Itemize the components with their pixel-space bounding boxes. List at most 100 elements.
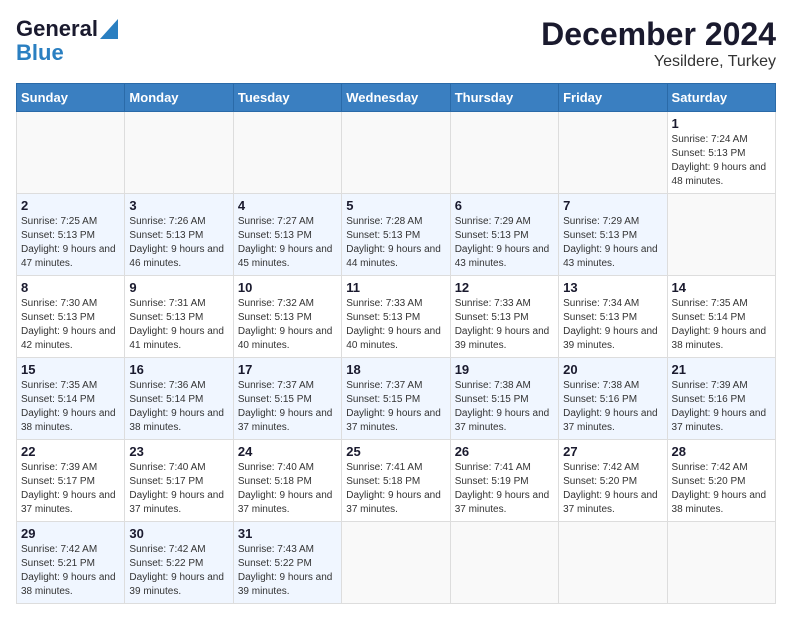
day-number: 1 [672, 116, 771, 131]
empty-cell [559, 522, 667, 604]
logo-general: General [16, 16, 98, 42]
calendar-week-row: 2Sunrise: 7:25 AMSunset: 5:13 PMDaylight… [17, 194, 776, 276]
calendar-day: 22 Sunrise: 7:39 AMSunset: 5:17 PMDayligh… [17, 440, 125, 522]
day-info: Sunrise: 7:41 AMSunset: 5:19 PMDaylight:… [455, 461, 554, 517]
day-info: Sunrise: 7:33 AMSunset: 5:13 PMDaylight:… [455, 297, 554, 353]
calendar-day: 29Sunrise: 7:42 AMSunset: 5:21 PMDayligh… [17, 522, 125, 604]
calendar-week-row: 22 Sunrise: 7:39 AMSunset: 5:17 PMDayligh… [17, 440, 776, 522]
day-info: Sunrise: 7:39 AMSunset: 5:17 PMDaylight:… [21, 461, 120, 517]
calendar-day: 24Sunrise: 7:40 AMSunset: 5:18 PMDayligh… [233, 440, 341, 522]
day-number: 24 [238, 444, 337, 459]
day-info: Sunrise: 7:43 AMSunset: 5:22 PMDaylight:… [238, 543, 337, 599]
day-number: 7 [563, 198, 662, 213]
calendar-day: 13 Sunrise: 7:34 AMSunset: 5:13 PMDayligh… [559, 276, 667, 358]
calendar-day: 23Sunrise: 7:40 AMSunset: 5:17 PMDayligh… [125, 440, 233, 522]
weekday-header-row: SundayMondayTuesdayWednesdayThursdayFrid… [17, 84, 776, 112]
day-info: Sunrise: 7:42 AMSunset: 5:21 PMDaylight:… [21, 543, 120, 599]
calendar-day: 27 Sunrise: 7:42 AMSunset: 5:20 PMDayligh… [559, 440, 667, 522]
calendar-day: 17 Sunrise: 7:37 AMSunset: 5:15 PMDayligh… [233, 358, 341, 440]
empty-cell [667, 522, 775, 604]
calendar-week-row: 1 Sunrise: 7:24 AMSunset: 5:13 PMDaylight… [17, 112, 776, 194]
weekday-header-friday: Friday [559, 84, 667, 112]
day-number: 17 [238, 362, 337, 377]
day-number: 2 [21, 198, 120, 213]
day-info: Sunrise: 7:35 AMSunset: 5:14 PMDaylight:… [672, 297, 771, 353]
day-info: Sunrise: 7:37 AMSunset: 5:15 PMDaylight:… [346, 379, 445, 435]
day-info: Sunrise: 7:30 AMSunset: 5:13 PMDaylight:… [21, 297, 120, 353]
day-number: 22 [21, 444, 120, 459]
day-number: 20 [563, 362, 662, 377]
day-number: 4 [238, 198, 337, 213]
calendar-day: 12Sunrise: 7:33 AMSunset: 5:13 PMDayligh… [450, 276, 558, 358]
day-number: 14 [672, 280, 771, 295]
day-number: 18 [346, 362, 445, 377]
day-info: Sunrise: 7:26 AMSunset: 5:13 PMDaylight:… [129, 215, 228, 271]
empty-cell [450, 522, 558, 604]
weekday-header-monday: Monday [125, 84, 233, 112]
day-info: Sunrise: 7:41 AMSunset: 5:18 PMDaylight:… [346, 461, 445, 517]
calendar-day: 18 Sunrise: 7:37 AMSunset: 5:15 PMDayligh… [342, 358, 450, 440]
empty-cell [233, 112, 341, 194]
calendar-day: 5 Sunrise: 7:28 AMSunset: 5:13 PMDaylight… [342, 194, 450, 276]
day-number: 13 [563, 280, 662, 295]
weekday-header-saturday: Saturday [667, 84, 775, 112]
day-info: Sunrise: 7:42 AMSunset: 5:20 PMDaylight:… [672, 461, 771, 517]
calendar-day: 30Sunrise: 7:42 AMSunset: 5:22 PMDayligh… [125, 522, 233, 604]
day-number: 10 [238, 280, 337, 295]
empty-cell [342, 112, 450, 194]
calendar-day: 19 Sunrise: 7:38 AMSunset: 5:15 PMDayligh… [450, 358, 558, 440]
empty-cell [125, 112, 233, 194]
empty-cell [667, 194, 775, 276]
empty-cell [17, 112, 125, 194]
weekday-header-thursday: Thursday [450, 84, 558, 112]
month-title: December 2024 [541, 16, 776, 53]
day-info: Sunrise: 7:38 AMSunset: 5:16 PMDaylight:… [563, 379, 662, 435]
day-info: Sunrise: 7:28 AMSunset: 5:13 PMDaylight:… [346, 215, 445, 271]
calendar-day: 3Sunrise: 7:26 AMSunset: 5:13 PMDaylight… [125, 194, 233, 276]
day-number: 25 [346, 444, 445, 459]
day-number: 19 [455, 362, 554, 377]
day-number: 5 [346, 198, 445, 213]
day-number: 26 [455, 444, 554, 459]
weekday-header-tuesday: Tuesday [233, 84, 341, 112]
day-number: 16 [129, 362, 228, 377]
calendar-day: 25 Sunrise: 7:41 AMSunset: 5:18 PMDayligh… [342, 440, 450, 522]
logo-icon [100, 19, 118, 39]
empty-cell [559, 112, 667, 194]
day-info: Sunrise: 7:35 AMSunset: 5:14 PMDaylight:… [21, 379, 120, 435]
calendar-table: SundayMondayTuesdayWednesdayThursdayFrid… [16, 83, 776, 604]
calendar-day: 4Sunrise: 7:27 AMSunset: 5:13 PMDaylight… [233, 194, 341, 276]
day-info: Sunrise: 7:36 AMSunset: 5:14 PMDaylight:… [129, 379, 228, 435]
calendar-day: 2Sunrise: 7:25 AMSunset: 5:13 PMDaylight… [17, 194, 125, 276]
calendar-day: 28Sunrise: 7:42 AMSunset: 5:20 PMDayligh… [667, 440, 775, 522]
day-info: Sunrise: 7:40 AMSunset: 5:17 PMDaylight:… [129, 461, 228, 517]
day-info: Sunrise: 7:24 AMSunset: 5:13 PMDaylight:… [672, 133, 771, 189]
day-info: Sunrise: 7:42 AMSunset: 5:22 PMDaylight:… [129, 543, 228, 599]
calendar-day: 9Sunrise: 7:31 AMSunset: 5:13 PMDaylight… [125, 276, 233, 358]
day-number: 15 [21, 362, 120, 377]
calendar-day: 10 Sunrise: 7:32 AMSunset: 5:13 PMDayligh… [233, 276, 341, 358]
day-info: Sunrise: 7:31 AMSunset: 5:13 PMDaylight:… [129, 297, 228, 353]
calendar-day: 16 Sunrise: 7:36 AMSunset: 5:14 PMDayligh… [125, 358, 233, 440]
day-info: Sunrise: 7:38 AMSunset: 5:15 PMDaylight:… [455, 379, 554, 435]
calendar-day: 21Sunrise: 7:39 AMSunset: 5:16 PMDayligh… [667, 358, 775, 440]
day-info: Sunrise: 7:37 AMSunset: 5:15 PMDaylight:… [238, 379, 337, 435]
calendar-day: 1 Sunrise: 7:24 AMSunset: 5:13 PMDaylight… [667, 112, 775, 194]
day-info: Sunrise: 7:42 AMSunset: 5:20 PMDaylight:… [563, 461, 662, 517]
day-number: 6 [455, 198, 554, 213]
day-info: Sunrise: 7:34 AMSunset: 5:13 PMDaylight:… [563, 297, 662, 353]
calendar-week-row: 15 Sunrise: 7:35 AMSunset: 5:14 PMDayligh… [17, 358, 776, 440]
calendar-day: 14 Sunrise: 7:35 AMSunset: 5:14 PMDayligh… [667, 276, 775, 358]
calendar-day: 20 Sunrise: 7:38 AMSunset: 5:16 PMDayligh… [559, 358, 667, 440]
day-number: 31 [238, 526, 337, 541]
calendar-day: 11Sunrise: 7:33 AMSunset: 5:13 PMDayligh… [342, 276, 450, 358]
day-info: Sunrise: 7:32 AMSunset: 5:13 PMDaylight:… [238, 297, 337, 353]
empty-cell [450, 112, 558, 194]
calendar-day: 6Sunrise: 7:29 AMSunset: 5:13 PMDaylight… [450, 194, 558, 276]
header: General Blue December 2024 Yesildere, Tu… [16, 16, 776, 71]
day-info: Sunrise: 7:39 AMSunset: 5:16 PMDaylight:… [672, 379, 771, 435]
calendar-day: 8Sunrise: 7:30 AMSunset: 5:13 PMDaylight… [17, 276, 125, 358]
calendar-week-row: 29Sunrise: 7:42 AMSunset: 5:21 PMDayligh… [17, 522, 776, 604]
day-number: 27 [563, 444, 662, 459]
empty-cell [342, 522, 450, 604]
